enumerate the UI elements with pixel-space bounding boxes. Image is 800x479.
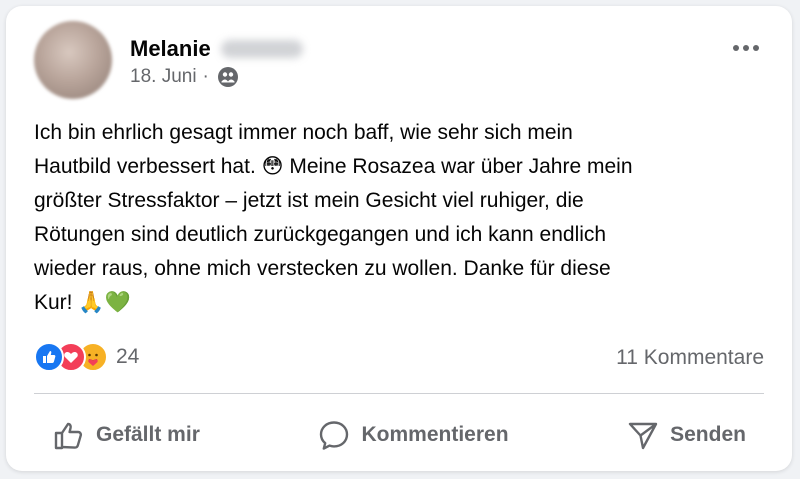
meta-separator: · bbox=[202, 66, 209, 87]
thumbs-up-icon bbox=[54, 422, 83, 450]
redacted-surname bbox=[220, 40, 303, 58]
send-label: Senden bbox=[670, 423, 746, 446]
like-button[interactable]: Gefällt mir bbox=[34, 412, 218, 458]
author-name[interactable]: Melanie bbox=[130, 36, 211, 62]
post-card: Melanie 18. Juni · Ich bin ehrlich gesag… bbox=[6, 6, 792, 471]
post-date[interactable]: 18. Juni bbox=[130, 66, 197, 88]
more-dot bbox=[753, 45, 759, 51]
comment-label: Kommentieren bbox=[361, 423, 509, 446]
post-meta: 18. Juni · bbox=[130, 66, 239, 88]
post-text: Ich bin ehrlich gesagt immer noch baff, … bbox=[34, 121, 633, 314]
comments-count[interactable]: 11 Kommentare bbox=[616, 346, 764, 370]
like-label: Gefällt mir bbox=[96, 423, 200, 446]
divider bbox=[34, 393, 764, 394]
friends-icon[interactable] bbox=[217, 66, 239, 88]
reaction-summary[interactable]: 24 bbox=[34, 342, 139, 372]
comment-button[interactable]: Kommentieren bbox=[299, 412, 526, 458]
avatar[interactable] bbox=[34, 21, 112, 99]
send-icon bbox=[628, 422, 658, 450]
more-dots-icon bbox=[733, 45, 739, 51]
action-bar: Gefällt mir Kommentieren Senden bbox=[34, 411, 764, 459]
more-dot bbox=[743, 45, 749, 51]
send-button[interactable]: Senden bbox=[608, 412, 764, 458]
like-icon bbox=[34, 342, 64, 372]
author-row: Melanie bbox=[130, 36, 303, 62]
comment-bubble-icon bbox=[320, 421, 349, 450]
more-options-button[interactable] bbox=[726, 34, 766, 62]
reaction-count: 24 bbox=[116, 345, 140, 368]
